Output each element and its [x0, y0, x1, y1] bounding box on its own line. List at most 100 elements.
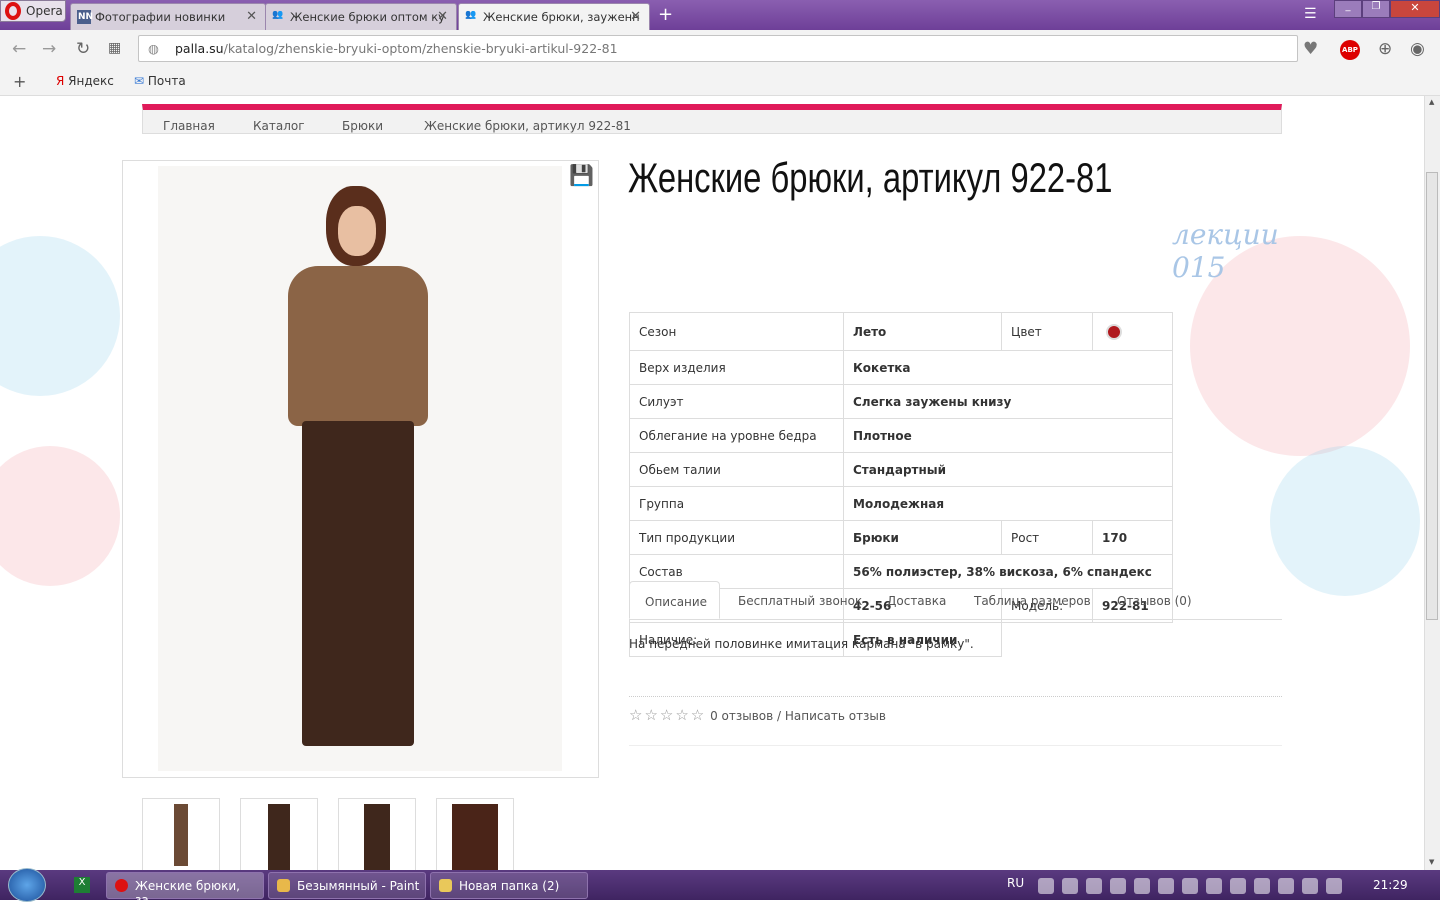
breadcrumb-current[interactable]: Женские брюки, артикул 922-81: [424, 119, 631, 133]
close-tab-icon[interactable]: ✕: [437, 9, 448, 24]
language-indicator[interactable]: RU: [1007, 876, 1024, 890]
site-favicon-icon: 👥: [272, 10, 284, 20]
bookmark-yandex[interactable]: Я Яндекс: [56, 74, 114, 88]
network-tray-icon[interactable]: [1302, 878, 1318, 894]
breadcrumb-home[interactable]: Главная: [163, 119, 215, 133]
thumbnail-2[interactable]: [240, 798, 318, 870]
browser-tab-1[interactable]: NN Фотографии новинки ✕: [70, 3, 266, 30]
scroll-up-icon[interactable]: ▲: [1429, 98, 1434, 106]
taskbar-item-paint[interactable]: Безымянный - Paint: [268, 872, 426, 899]
power-tray-icon[interactable]: [1134, 878, 1150, 894]
opera-menu-button[interactable]: Opera: [0, 0, 66, 22]
tab-label: Женские брюки, зауженн: [483, 10, 640, 24]
adblock-icon[interactable]: ABP: [1340, 40, 1360, 60]
breadcrumb: Главная Каталог Брюки Женские брюки, арт…: [142, 104, 1282, 134]
spec-value: Брюки: [843, 520, 1002, 555]
window-controls: _ ❐ ✕: [1334, 0, 1440, 18]
ccleaner-tray-icon[interactable]: [1062, 878, 1078, 894]
thumbnail-4[interactable]: [436, 798, 514, 870]
tab-delivery[interactable]: Доставка: [887, 581, 946, 619]
maximize-button[interactable]: ❐: [1362, 0, 1390, 18]
browser-tab-2[interactable]: 👥 Женские брюки оптом ку ✕: [265, 3, 457, 30]
site-info-icon[interactable]: ◍: [148, 41, 159, 56]
clock[interactable]: 21:29: [1373, 878, 1408, 892]
spec-label: Тип продукции: [629, 520, 844, 555]
close-window-button[interactable]: ✕: [1390, 0, 1440, 18]
tab-menu-icon[interactable]: ☰: [1304, 6, 1317, 22]
reviews-link[interactable]: 0 отзывов / Написать отзыв: [710, 709, 886, 723]
spec-value: Молодежная: [843, 486, 1173, 521]
spec-label: Сезон: [629, 312, 844, 351]
excel-icon[interactable]: X: [74, 877, 90, 893]
tab-label: Отзывов (0): [1117, 594, 1192, 608]
spec-value: Слегка заужены книзу: [843, 384, 1173, 419]
thumbnail-3[interactable]: [338, 798, 416, 870]
taskbar-item-opera[interactable]: Женские брюки, за...: [106, 872, 264, 907]
tab-label: Описание: [645, 595, 708, 609]
tab-size-chart[interactable]: Таблица размеров: [974, 581, 1091, 619]
tab-label: Фотографии новинки: [95, 10, 226, 24]
volume-muted-tray-icon[interactable]: [1230, 878, 1246, 894]
forward-icon[interactable]: →: [42, 39, 56, 59]
thumbnail-1[interactable]: [142, 798, 220, 870]
minimize-button[interactable]: _: [1334, 0, 1362, 18]
yandex-icon: Я: [56, 74, 65, 88]
url-domain: palla.su: [175, 41, 224, 56]
start-button[interactable]: [8, 868, 46, 902]
new-tab-button[interactable]: +: [658, 4, 673, 25]
scroll-down-icon[interactable]: ▼: [1429, 858, 1434, 866]
reload-icon[interactable]: ↻: [76, 39, 90, 59]
app-tray-icon[interactable]: [1254, 878, 1270, 894]
model-trousers: [302, 421, 414, 746]
speed-dial-icon[interactable]: ▦: [108, 40, 121, 56]
color-swatch[interactable]: [1106, 323, 1122, 340]
shield-tray-icon[interactable]: [1086, 878, 1102, 894]
utorrent-tray-icon[interactable]: [1206, 878, 1222, 894]
download-icon[interactable]: ⊕: [1378, 39, 1392, 59]
breadcrumb-trousers[interactable]: Брюки: [342, 119, 383, 133]
background-flower: [0, 446, 120, 586]
page-title: Женские брюки, артикул 922-81: [628, 154, 1113, 201]
spec-extra-value: 170: [1092, 520, 1173, 555]
spec-extra-value: [1092, 312, 1173, 351]
antivirus-tray-icon[interactable]: [1182, 878, 1198, 894]
model-photo: [158, 166, 562, 771]
close-tab-icon[interactable]: ✕: [630, 9, 641, 24]
divider: [629, 745, 1282, 746]
rating-row: ☆☆☆☆☆ 0 отзывов / Написать отзыв: [629, 706, 886, 724]
system-tray: [1038, 878, 1342, 894]
account-icon[interactable]: ◉: [1410, 39, 1425, 59]
address-input[interactable]: ◍ palla.su/katalog/zhenskie-bryuki-optom…: [138, 35, 1298, 62]
bookmarks-bar: + Я Яндекс ✉ Почта: [0, 68, 1440, 96]
scrollbar-thumb[interactable]: [1426, 172, 1438, 620]
product-image[interactable]: 💾: [122, 160, 599, 778]
breadcrumb-catalog[interactable]: Каталог: [253, 119, 305, 133]
windows-update-tray-icon[interactable]: [1278, 878, 1294, 894]
spec-value: Кокетка: [843, 350, 1173, 385]
star-rating-icons[interactable]: ☆☆☆☆☆: [629, 706, 706, 724]
opera-icon: [115, 879, 128, 892]
close-tab-icon[interactable]: ✕: [246, 9, 257, 24]
taskbar-item-folder[interactable]: Новая папка (2): [430, 872, 588, 899]
spec-label: Силуэт: [629, 384, 844, 419]
monitor-tray-icon[interactable]: [1038, 878, 1054, 894]
spec-value: Стандартный: [843, 452, 1173, 487]
description-text: На передней половинке имитация кармана "…: [629, 637, 974, 651]
heart-bookmark-icon[interactable]: ♥: [1303, 39, 1318, 59]
bookmark-mail[interactable]: ✉ Почта: [134, 74, 186, 88]
tab-free-call[interactable]: Бесплатный звонок: [738, 581, 862, 619]
globe-tray-icon[interactable]: [1326, 878, 1342, 894]
thumb-image: [364, 804, 390, 870]
tab-description[interactable]: Описание: [629, 581, 720, 619]
add-bookmark-icon[interactable]: +: [13, 72, 26, 91]
signal-tray-icon[interactable]: [1158, 878, 1174, 894]
thumb-image: [452, 804, 498, 870]
spec-value: Плотное: [843, 418, 1173, 453]
tab-label: Таблица размеров: [974, 594, 1091, 608]
browser-tab-3-active[interactable]: 👥 Женские брюки, зауженн ✕: [458, 3, 650, 30]
save-icon[interactable]: 💾: [569, 163, 594, 187]
kaspersky-tray-icon[interactable]: [1110, 878, 1126, 894]
back-icon[interactable]: ←: [12, 39, 26, 59]
tab-reviews[interactable]: Отзывов (0): [1117, 581, 1192, 619]
bookmark-label: Почта: [147, 74, 186, 88]
